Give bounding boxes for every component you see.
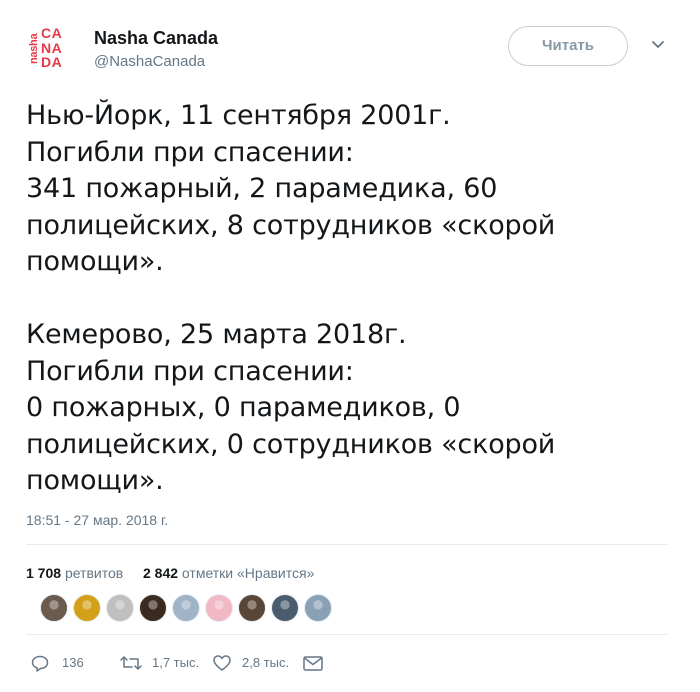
like-stat-count: 2 842 xyxy=(142,565,179,581)
reply-icon xyxy=(31,655,49,672)
tweet-header: nasha CA NA DA Nasha Canada @NashaCanada… xyxy=(26,24,676,76)
tweet-stats: 1 708 ретвитов 2 842 отметки «Нравится» xyxy=(26,565,314,581)
retweet-stat-label: ретвитов xyxy=(64,565,124,581)
logo-canada-text: CA NA DA xyxy=(41,26,62,70)
like-stat[interactable]: 2 842 отметки «Нравится» xyxy=(143,565,314,581)
avatar-4[interactable] xyxy=(139,594,167,622)
reply-count: 136 xyxy=(62,655,84,670)
account-avatar-logo[interactable]: nasha CA NA DA xyxy=(26,24,76,72)
avatar-7[interactable] xyxy=(238,594,266,622)
divider xyxy=(26,544,668,545)
display-name[interactable]: Nasha Canada xyxy=(94,28,218,49)
retweet-count: 1,7 тыс. xyxy=(152,655,200,670)
retweet-stat[interactable]: 1 708 ретвитов xyxy=(26,565,127,581)
tweet-text: Нью-Йорк, 11 сентября 2001г. Погибли при… xyxy=(26,100,556,496)
avatar-1[interactable] xyxy=(40,594,68,622)
logo-line-2: NA xyxy=(41,39,63,56)
tweet-timestamp[interactable]: 18:51 - 27 мар. 2018 г. xyxy=(26,512,168,528)
divider xyxy=(26,634,668,635)
follow-button[interactable]: Читать xyxy=(508,26,628,66)
logo-nasha-text: nasha xyxy=(28,33,40,65)
avatar-9[interactable] xyxy=(304,594,332,622)
like-stat-label: отметки «Нравится» xyxy=(181,565,315,581)
avatar-2[interactable] xyxy=(73,594,101,622)
heart-icon xyxy=(213,655,231,671)
avatar-3[interactable] xyxy=(106,594,134,622)
retweet-stat-count: 1 708 xyxy=(26,565,62,581)
avatar-8[interactable] xyxy=(271,594,299,622)
mail-icon xyxy=(303,656,323,671)
logo-line-3: DA xyxy=(41,54,63,70)
like-count: 2,8 тыс. xyxy=(242,655,290,670)
retweet-icon xyxy=(120,656,142,670)
logo-line-1: CA xyxy=(41,25,63,41)
chevron-down-icon[interactable] xyxy=(650,36,666,52)
avatar-6[interactable] xyxy=(205,594,233,622)
avatar-5[interactable] xyxy=(172,594,200,622)
account-handle[interactable]: @NashaCanada xyxy=(94,53,205,70)
